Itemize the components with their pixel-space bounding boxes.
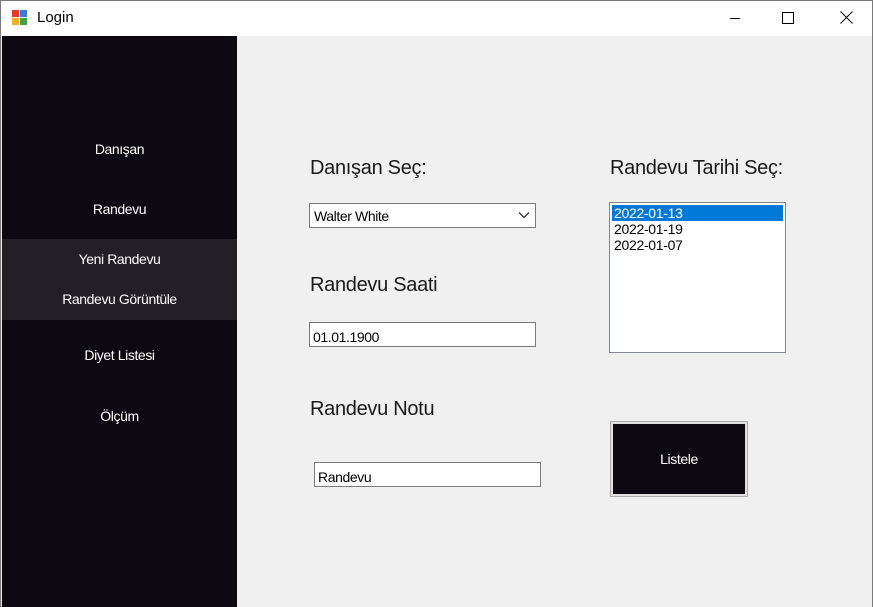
maximize-icon	[782, 11, 794, 24]
sidebar: Danışan Randevu Yeni Randevu Randevu Gör…	[2, 36, 237, 607]
submenu-item-randevu-goruntule[interactable]: Randevu Görüntüle	[2, 279, 237, 319]
list-button-label: Listele	[613, 424, 745, 494]
minimize-button[interactable]	[712, 1, 758, 34]
maximize-button[interactable]	[765, 1, 811, 34]
sidebar-item-olcum[interactable]: Ölçüm	[2, 396, 237, 436]
date-select-label: Randevu Tarihi Seç:	[610, 157, 783, 179]
note-label: Randevu Notu	[310, 398, 435, 420]
date-listbox[interactable]: 2022-01-13 2022-01-19 2022-01-07	[609, 202, 786, 353]
main-panel: Danışan Seç: Walter White Randevu Saati …	[237, 36, 872, 607]
list-item[interactable]: 2022-01-19	[612, 221, 783, 237]
minimize-icon	[730, 17, 740, 19]
submenu-item-yeni-randevu[interactable]: Yeni Randevu	[2, 239, 237, 279]
time-label: Randevu Saati	[310, 274, 438, 296]
time-input[interactable]	[309, 322, 536, 347]
sidebar-item-danisan[interactable]: Danışan	[2, 129, 237, 169]
client-select-label: Danışan Seç:	[310, 157, 427, 179]
randevu-submenu: Yeni Randevu Randevu Görüntüle	[2, 239, 237, 320]
client-select[interactable]: Walter White	[309, 203, 536, 228]
list-item[interactable]: 2022-01-07	[612, 237, 783, 253]
chevron-down-icon	[518, 212, 530, 219]
close-button[interactable]	[823, 1, 869, 34]
sidebar-item-randevu[interactable]: Randevu	[2, 189, 237, 229]
title-bar[interactable]: Login	[1, 1, 872, 36]
app-window-icon	[12, 10, 28, 26]
note-input[interactable]	[314, 462, 541, 487]
client-select-value: Walter White	[314, 208, 389, 224]
app-window: Login Danışan Randevu Yeni Randevu Rande…	[0, 0, 873, 607]
window-title: Login	[37, 9, 74, 26]
sidebar-item-diyet-listesi[interactable]: Diyet Listesi	[2, 335, 237, 375]
list-item[interactable]: 2022-01-13	[612, 205, 783, 221]
close-icon	[839, 11, 853, 24]
list-button[interactable]: Listele	[610, 421, 748, 497]
